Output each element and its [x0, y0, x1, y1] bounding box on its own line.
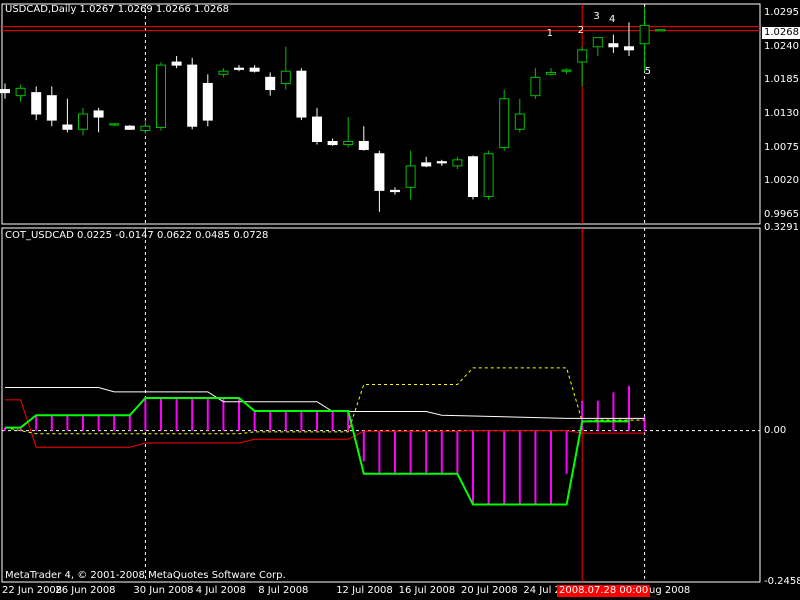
chart-canvas	[0, 0, 800, 600]
candle-body	[374, 153, 385, 191]
candle-body	[156, 64, 166, 128]
candle-body	[0, 89, 10, 94]
candle-body	[296, 70, 307, 118]
candle-body	[187, 64, 198, 127]
point-label: 2	[577, 25, 585, 37]
candle-body	[608, 43, 619, 48]
indicator-tick-label: 0.00	[764, 424, 787, 436]
time-tick-label: 12 Jul 2008	[336, 585, 393, 596]
candle-body	[577, 49, 588, 63]
indicator-tick-label: -0.2458	[764, 576, 800, 587]
candle-body	[483, 153, 494, 198]
candle-body	[343, 141, 354, 146]
candle-body	[46, 95, 57, 121]
copyright-text: MetaTrader 4, © 2001-2008 MetaQuotes Sof…	[5, 570, 286, 581]
price-tick-label: 1.0295	[764, 7, 799, 19]
chart-background	[0, 0, 800, 600]
price-tick-label: 1.0020	[764, 175, 799, 187]
candle-body	[78, 113, 88, 130]
time-tick-label: 30 Jun 2008	[133, 585, 194, 596]
candle-body	[405, 165, 416, 188]
point-label: 3	[593, 11, 600, 23]
price-tick-label: 1.0075	[764, 141, 799, 153]
time-tick-label: 16 Jul 2008	[398, 585, 456, 596]
candle-body	[514, 113, 525, 130]
candle-body	[265, 76, 276, 91]
candle-body	[436, 161, 447, 164]
time-tick-label: 22 Jun 2008	[2, 585, 63, 596]
candle-body	[109, 123, 120, 126]
candle-body	[31, 92, 42, 115]
candle-body	[639, 24, 650, 45]
candle-body	[327, 141, 338, 146]
time-tick-label: 4 Jul 2008	[195, 585, 247, 596]
candle-body	[218, 70, 229, 75]
candle-body	[280, 70, 291, 84]
candle-body	[452, 159, 463, 167]
candle-body	[249, 67, 260, 72]
candle-body	[624, 46, 634, 51]
candle-body	[561, 69, 572, 72]
candle-body	[358, 141, 369, 150]
price-tick-label: 1.0240	[764, 40, 799, 52]
price-chart-title: USDCAD,Daily 1.0267 1.0269 1.0266 1.0268	[5, 4, 230, 15]
time-tick-label: 26 Jun 2008	[55, 585, 116, 596]
candle-body	[468, 156, 478, 197]
point-label: 4	[609, 14, 616, 26]
current-price-tag: 1.0268	[762, 27, 800, 39]
candle-body	[499, 98, 510, 149]
candle-body	[171, 61, 182, 66]
candle-body	[546, 71, 556, 75]
candle-body	[202, 82, 213, 121]
time-tick-label: 20 Jul 2008	[461, 585, 518, 596]
candle-body	[655, 29, 666, 32]
price-tick-label: 1.0130	[764, 108, 799, 119]
candle-body	[15, 87, 26, 97]
candle-body	[93, 110, 104, 118]
candle-body	[234, 67, 244, 70]
price-tick-label: 0.9965	[764, 208, 799, 220]
point-label: 5	[644, 66, 651, 78]
candle-body	[62, 124, 73, 130]
indicator-tick-label: 0.3291	[764, 222, 799, 233]
candle-body	[530, 76, 541, 97]
indicator-title: COT_USDCAD 0.0225 -0.0147 0.0622 0.0485 …	[5, 230, 269, 241]
candle-body	[140, 125, 151, 131]
highlighted-date-tag: 2008.07.28 00:00	[557, 585, 651, 597]
candle-body	[390, 189, 400, 193]
candle-body	[124, 125, 135, 130]
time-tick-label: 8 Jul 2008	[258, 585, 309, 596]
candle-body	[312, 116, 322, 143]
candle-body	[592, 37, 603, 48]
price-tick-label: 1.0185	[764, 74, 799, 86]
point-label: 1	[546, 27, 553, 39]
candle-body	[421, 162, 432, 167]
